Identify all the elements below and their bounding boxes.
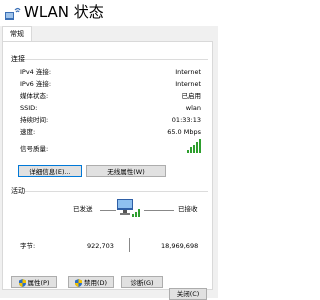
wireless-properties-button[interactable]: 无线属性(W) xyxy=(86,165,166,177)
connection-divider xyxy=(25,59,208,60)
sent-line xyxy=(100,210,116,211)
disable-button[interactable]: 禁用(D) xyxy=(68,276,114,288)
close-button[interactable]: 关闭(C) xyxy=(169,288,207,300)
diagnose-button[interactable]: 诊断(G) xyxy=(121,276,163,288)
signal-bar-2 xyxy=(190,147,192,153)
properties-button-label: 属性(P) xyxy=(27,279,50,287)
ssid-label: SSID: xyxy=(20,104,38,112)
window-title: WLAN 状态 xyxy=(24,3,104,21)
media-state-value: 已启用 xyxy=(181,92,202,100)
dialog-client-area: 常规 连接 IPv4 连接: Internet IPv6 连接: Interne… xyxy=(0,26,218,298)
bytes-sent-value: 922,703 xyxy=(87,242,114,250)
bytes-separator xyxy=(129,238,130,252)
ipv4-label: IPv4 连接: xyxy=(20,68,52,76)
ipv6-label: IPv6 连接: xyxy=(20,80,52,88)
media-state-label: 媒体状态: xyxy=(20,92,49,100)
activity-divider xyxy=(25,191,208,192)
bytes-received-value: 18,969,698 xyxy=(161,242,199,250)
speed-label: 速度: xyxy=(20,128,36,136)
network-activity-icon xyxy=(117,199,140,217)
details-button[interactable]: 详细信息(E)... xyxy=(18,165,82,177)
signal-quality-label: 信号质量: xyxy=(20,145,49,153)
properties-button[interactable]: 属性(P) xyxy=(11,276,57,288)
general-panel: 连接 IPv4 连接: Internet IPv6 连接: Internet 媒… xyxy=(2,41,213,290)
bytes-label: 字节: xyxy=(20,242,36,250)
signal-bar-5 xyxy=(199,139,201,153)
uac-shield-icon xyxy=(74,279,82,287)
duration-label: 持续时间: xyxy=(20,116,49,124)
uac-shield-icon xyxy=(18,279,26,287)
signal-bar-3 xyxy=(193,145,195,153)
wlan-adapter-icon xyxy=(5,7,21,20)
sent-label: 已发送 xyxy=(73,205,93,213)
signal-strength-icon xyxy=(187,139,201,153)
title-bar: WLAN 状态 xyxy=(0,0,218,26)
activity-group-title: 活动 xyxy=(11,187,25,195)
speed-value: 65.0 Mbps xyxy=(167,128,201,136)
disable-button-label: 禁用(D) xyxy=(83,279,108,287)
ipv4-value: Internet xyxy=(175,68,201,76)
received-line xyxy=(144,210,174,211)
duration-value: 01:33:13 xyxy=(171,116,201,124)
signal-bar-1 xyxy=(187,150,189,153)
ipv6-value: Internet xyxy=(175,80,201,88)
received-label: 已接收 xyxy=(178,205,198,213)
connection-group-title: 连接 xyxy=(11,55,25,63)
tab-general[interactable]: 常规 xyxy=(2,26,32,42)
signal-bar-4 xyxy=(196,142,198,153)
ssid-value: wlan xyxy=(185,104,201,112)
